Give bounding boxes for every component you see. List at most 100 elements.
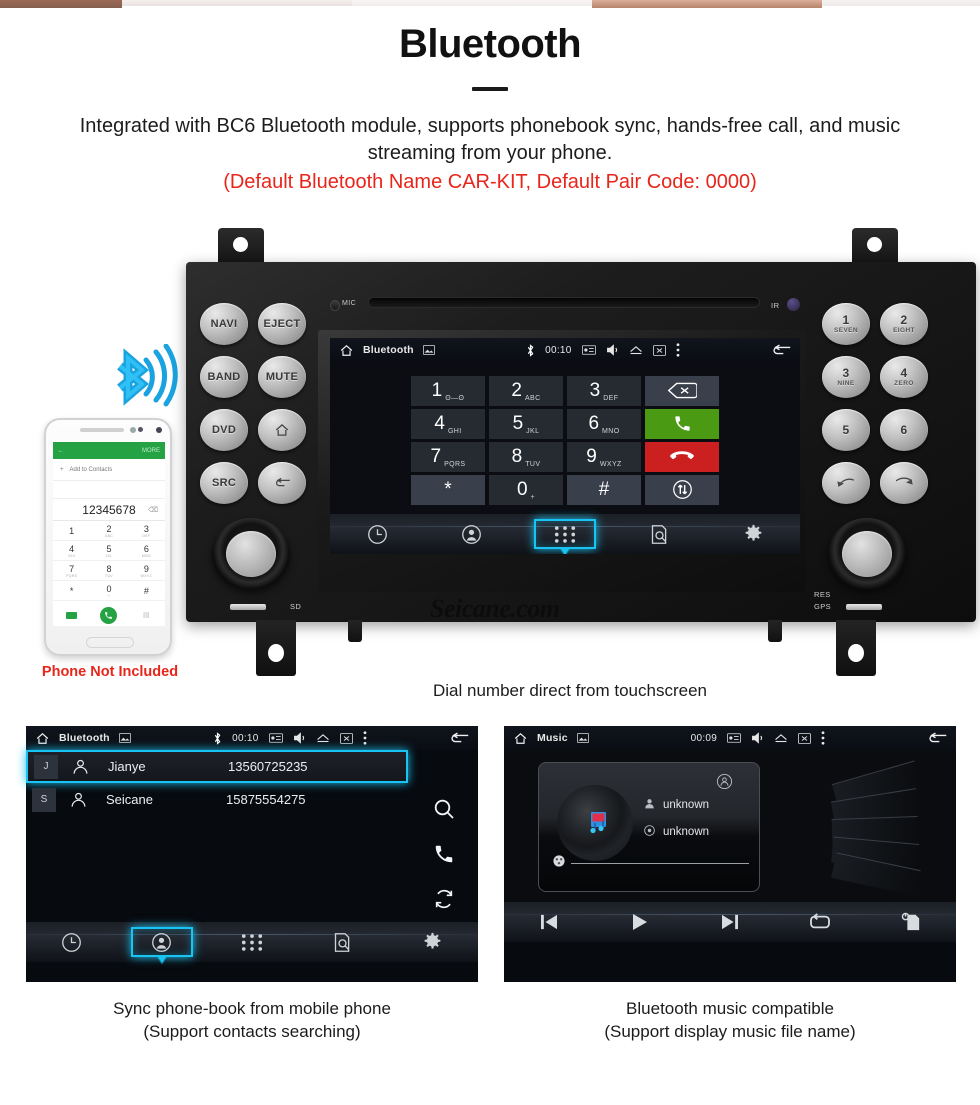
- radio-icon[interactable]: [581, 345, 596, 355]
- volume-icon[interactable]: [606, 344, 619, 356]
- phone-more-button[interactable]: MORE: [142, 448, 160, 454]
- phonebook-panel[interactable]: Bluetooth 00:10 J Jianye 13560725235 S S…: [26, 726, 478, 982]
- phone-key[interactable]: 7 PQRS: [53, 561, 91, 581]
- repeat-button[interactable]: [789, 907, 851, 937]
- eject-button[interactable]: EJECT: [258, 303, 306, 345]
- volume-icon[interactable]: [751, 732, 764, 744]
- nav-dialpad[interactable]: [534, 519, 596, 549]
- eject-icon[interactable]: [629, 345, 643, 355]
- preset-5-button[interactable]: 5: [822, 409, 870, 451]
- radio-icon[interactable]: [727, 733, 742, 743]
- dial-key-8[interactable]: 8 TUV: [489, 441, 563, 472]
- phone-key[interactable]: #: [127, 581, 165, 601]
- phone-add-to-contacts-row[interactable]: + Add to Contacts: [53, 459, 165, 481]
- call-icon[interactable]: [433, 843, 455, 870]
- eject-icon[interactable]: [774, 733, 788, 743]
- nav-search-contacts[interactable]: [311, 927, 373, 957]
- overflow-menu-icon[interactable]: [821, 731, 825, 745]
- phone-key[interactable]: *: [53, 581, 91, 601]
- phonebook-side-actions[interactable]: [410, 774, 478, 938]
- music-transport-bar[interactable]: [504, 902, 956, 942]
- overflow-menu-icon[interactable]: [363, 731, 367, 745]
- search-icon[interactable]: [432, 797, 456, 826]
- contacts-list-area[interactable]: J Jianye 13560725235 S Seicane 158755542…: [26, 750, 478, 922]
- gallery-icon[interactable]: [118, 733, 131, 743]
- call-answer-key[interactable]: [645, 408, 719, 439]
- contacts-list[interactable]: J Jianye 13560725235 S Seicane 158755542…: [26, 750, 408, 816]
- home-icon[interactable]: [339, 344, 354, 357]
- dial-key-6[interactable]: 6 MNO: [567, 408, 641, 439]
- phone-key[interactable]: 2 ABC: [90, 521, 128, 541]
- phone-keyboard-icon[interactable]: ▤: [143, 611, 150, 619]
- gallery-icon[interactable]: [422, 345, 435, 355]
- dial-key-7[interactable]: 7 PQRS: [411, 441, 485, 472]
- phone-key[interactable]: 6 MNO: [127, 541, 165, 561]
- call-answer-button[interactable]: [822, 462, 870, 504]
- dialpad-area[interactable]: 1 ʘ—ʘ 4 GHI 7 PQRS * 2 ABC 5 JKL 8 TUV 0 + 3 DEF…: [330, 362, 800, 514]
- back-icon[interactable]: [771, 344, 791, 357]
- mute-button[interactable]: MUTE: [258, 356, 306, 398]
- home-icon[interactable]: [513, 732, 528, 745]
- dial-key-4[interactable]: 4 GHI: [411, 408, 485, 439]
- phone-video-call-icon[interactable]: [66, 611, 78, 619]
- next-track-button[interactable]: [699, 907, 761, 937]
- phone-key[interactable]: 9 WXYZ: [127, 561, 165, 581]
- backspace-key[interactable]: [645, 375, 719, 406]
- slider-thumb-icon[interactable]: [553, 854, 565, 872]
- right-volume-knob[interactable]: [828, 518, 906, 590]
- phone-key[interactable]: 8 TUV: [90, 561, 128, 581]
- playlist-button[interactable]: [880, 907, 942, 937]
- transfer-audio-key[interactable]: [645, 474, 719, 505]
- overflow-menu-icon[interactable]: [676, 343, 680, 357]
- dial-key-hash[interactable]: #: [567, 474, 641, 505]
- phone-back-button[interactable]: ←: [58, 448, 64, 454]
- nav-settings[interactable]: [402, 927, 464, 957]
- dialpad-grid[interactable]: 1 ʘ—ʘ 4 GHI 7 PQRS * 2 ABC 5 JKL 8 TUV 0 + 3 DEF…: [411, 375, 719, 505]
- nav-dialpad[interactable]: [221, 927, 283, 957]
- slider-track[interactable]: [571, 862, 749, 864]
- preset-2-eight-button[interactable]: 2 EIGHT: [880, 303, 928, 345]
- phone-key[interactable]: 1: [53, 521, 91, 541]
- preset-3-nine-button[interactable]: 3 NINE: [822, 356, 870, 398]
- dial-key-1[interactable]: 1 ʘ—ʘ: [411, 375, 485, 406]
- previous-track-button[interactable]: [518, 907, 580, 937]
- phone-key[interactable]: 4 GHI: [53, 541, 91, 561]
- dvd-button[interactable]: DVD: [200, 409, 248, 451]
- dial-key-5[interactable]: 5 JKL: [489, 408, 563, 439]
- screen-off-icon[interactable]: [652, 344, 666, 356]
- back-icon[interactable]: [927, 732, 947, 745]
- table-row[interactable]: S Seicane 15875554275: [26, 783, 408, 816]
- dial-key-3[interactable]: 3 DEF: [567, 375, 641, 406]
- volume-icon[interactable]: [293, 732, 306, 744]
- call-end-button[interactable]: [880, 462, 928, 504]
- phone-key[interactable]: 0 +: [90, 581, 128, 601]
- eject-icon[interactable]: [316, 733, 330, 743]
- preset-6-button[interactable]: 6: [880, 409, 928, 451]
- nav-recent-calls[interactable]: [346, 519, 408, 549]
- dial-key-0[interactable]: 0 +: [489, 474, 563, 505]
- preset-4-zero-button[interactable]: 4 ZERO: [880, 356, 928, 398]
- nav-contacts[interactable]: [440, 519, 502, 549]
- back-button[interactable]: [258, 462, 306, 504]
- dial-key-star[interactable]: *: [411, 474, 485, 505]
- phone-dialpad[interactable]: 1 2 ABC 3 DEF 4 GHI 5 JKL 6 MNO 7 PQRS 8 TUV 9W…: [53, 521, 165, 601]
- main-bottom-navbar[interactable]: [330, 514, 800, 554]
- nav-settings[interactable]: [722, 519, 784, 549]
- sd-card-slot-right[interactable]: [846, 604, 882, 610]
- call-end-key[interactable]: [645, 441, 719, 472]
- home-button[interactable]: [258, 409, 306, 451]
- music-panel[interactable]: Music 00:09 unknown unknown: [504, 726, 956, 982]
- home-icon[interactable]: [35, 732, 50, 745]
- src-button[interactable]: SRC: [200, 462, 248, 504]
- phonebook-bottom-navbar[interactable]: [26, 922, 478, 962]
- nav-recent-calls[interactable]: [40, 927, 102, 957]
- phone-home-button[interactable]: [86, 637, 134, 648]
- phone-key[interactable]: 5 JKL: [90, 541, 128, 561]
- back-icon[interactable]: [449, 732, 469, 745]
- disc-slot[interactable]: [368, 297, 760, 308]
- radio-icon[interactable]: [268, 733, 283, 743]
- dial-key-9[interactable]: 9 WXYZ: [567, 441, 641, 472]
- nav-contacts[interactable]: [130, 927, 193, 957]
- dial-key-2[interactable]: 2 ABC: [489, 375, 563, 406]
- preset-1-seven-button[interactable]: 1 SEVEN: [822, 303, 870, 345]
